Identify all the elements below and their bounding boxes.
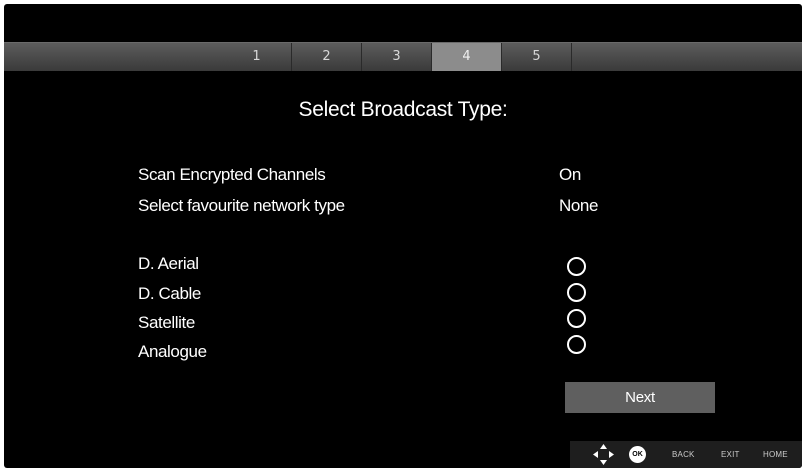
scan-encrypted-value[interactable]: On	[559, 165, 581, 185]
scan-encrypted-label[interactable]: Scan Encrypted Channels	[138, 165, 326, 185]
step-tabs: 1 2 3 4 5	[222, 43, 572, 71]
radio-d-aerial[interactable]	[567, 257, 586, 276]
exit-hint: EXIT	[721, 450, 740, 459]
radio-analogue[interactable]	[567, 335, 586, 354]
remote-help-bar: OK BACK EXIT HOME	[570, 441, 802, 468]
back-hint: BACK	[672, 450, 695, 459]
step-progress-bar: 1 2 3 4 5	[4, 42, 802, 71]
step-3: 3	[362, 43, 432, 71]
step-5: 5	[502, 43, 572, 71]
option-analogue-label[interactable]: Analogue	[138, 342, 207, 362]
tv-screen: 1 2 3 4 5 Select Broadcast Type: Scan En…	[4, 4, 802, 468]
radio-satellite[interactable]	[567, 309, 586, 328]
option-d-cable-label[interactable]: D. Cable	[138, 284, 201, 304]
next-button[interactable]: Next	[565, 382, 715, 413]
dpad-navigation-icon	[593, 444, 614, 465]
step-1: 1	[222, 43, 292, 71]
step-4-current: 4	[432, 43, 502, 71]
option-d-aerial-label[interactable]: D. Aerial	[138, 254, 199, 274]
ok-button-icon: OK	[629, 446, 646, 463]
favourite-network-label[interactable]: Select favourite network type	[138, 196, 345, 216]
radio-d-cable[interactable]	[567, 283, 586, 302]
step-2: 2	[292, 43, 362, 71]
option-satellite-label[interactable]: Satellite	[138, 313, 195, 333]
home-hint: HOME	[763, 450, 788, 459]
page-title: Select Broadcast Type:	[298, 98, 508, 121]
favourite-network-value[interactable]: None	[559, 196, 598, 216]
